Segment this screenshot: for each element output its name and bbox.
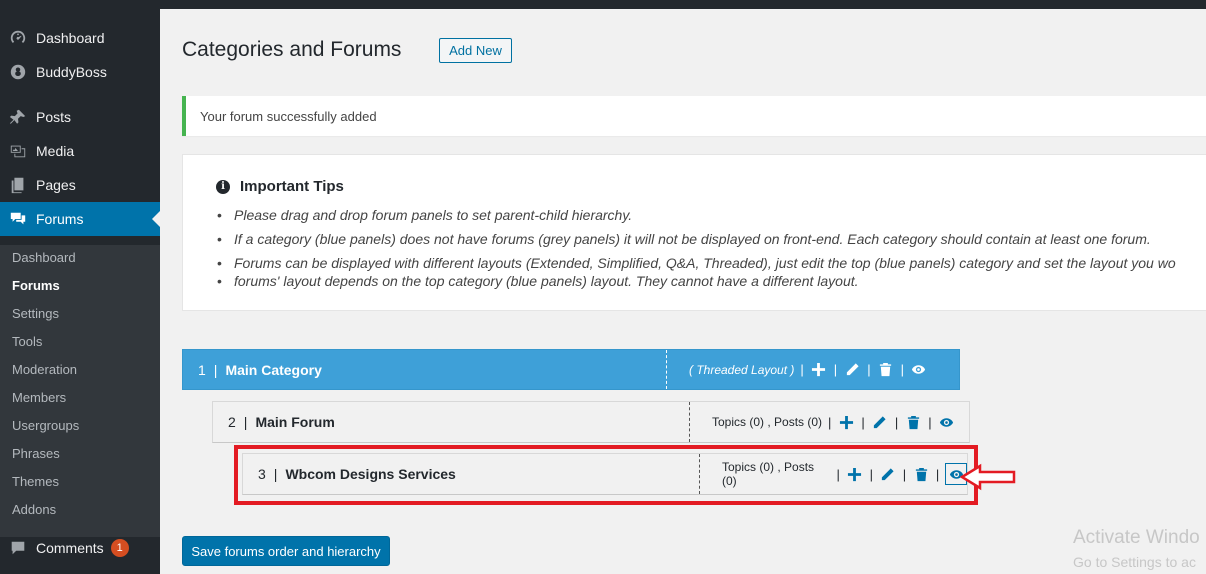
forums-submenu: Dashboard Forums Settings Tools Moderati…: [0, 245, 160, 537]
panel-separator: |: [243, 414, 248, 430]
watermark-line: Go to Settings to ac: [1073, 554, 1196, 570]
sidebar-item-forums[interactable]: Forums: [0, 202, 160, 236]
success-notice: Your forum successfully added: [182, 96, 1206, 136]
submenu-moderation[interactable]: Moderation: [12, 362, 77, 377]
tips-heading-text: Important Tips: [240, 178, 344, 195]
submenu-themes[interactable]: Themes: [12, 474, 59, 489]
save-hierarchy-button[interactable]: Save forums order and hierarchy: [182, 536, 390, 566]
submenu-members[interactable]: Members: [12, 390, 66, 405]
comments-icon: [0, 539, 36, 557]
panel-label: 1 | Main Category: [183, 350, 322, 389]
action-separator: |: [894, 414, 899, 430]
action-separator: |: [900, 362, 904, 377]
eye-icon[interactable]: [938, 413, 956, 431]
forum-panel[interactable]: 2 | Main Forum Topics (0) , Posts (0) | …: [212, 401, 970, 443]
add-icon[interactable]: [837, 413, 855, 431]
sidebar-item-label: Media: [36, 143, 75, 159]
trash-icon[interactable]: [877, 361, 895, 379]
sidebar-item-label: Forums: [36, 211, 84, 227]
annotation-highlight-box: [234, 445, 978, 505]
sidebar-item-label: Comments: [36, 540, 104, 556]
layout-label: ( Threaded Layout ): [689, 362, 795, 377]
action-separator: |: [833, 362, 838, 377]
panel-label: 2 | Main Forum: [213, 402, 335, 442]
submenu-settings[interactable]: Settings: [12, 306, 59, 321]
panel-actions: ( Threaded Layout ) | | | |: [666, 350, 928, 389]
forum-name: Main Forum: [255, 414, 335, 430]
sidebar-item-label: Pages: [36, 177, 76, 193]
sidebar-item-comments[interactable]: Comments 1: [0, 531, 160, 565]
panel-actions: Topics (0) , Posts (0) | | | |: [689, 402, 956, 442]
admin-bar: [0, 0, 1206, 9]
category-panel[interactable]: 1 | Main Category ( Threaded Layout ) | …: [182, 349, 960, 390]
submenu-phrases[interactable]: Phrases: [12, 446, 60, 461]
sidebar-item-dashboard[interactable]: Dashboard: [0, 21, 160, 55]
activation-watermark: Activate Windo Go to Settings to ac: [1073, 526, 1200, 574]
submenu-dashboard[interactable]: Dashboard: [12, 250, 76, 265]
tip-item: Please drag and drop forum panels to set…: [217, 206, 1206, 224]
submenu-addons[interactable]: Addons: [12, 502, 56, 517]
action-separator: |: [928, 414, 932, 430]
trash-icon[interactable]: [904, 413, 922, 431]
tip-continuation-text: forums' layout depends on the top catego…: [234, 273, 859, 289]
tip-item: Forums can be displayed with different l…: [217, 254, 1206, 272]
media-icon: [0, 142, 36, 160]
add-icon[interactable]: [810, 361, 828, 379]
comments-count-badge: 1: [110, 539, 129, 557]
sidebar-item-buddyboss[interactable]: BuddyBoss: [0, 55, 160, 89]
action-separator: |: [828, 414, 832, 430]
pages-icon: [0, 176, 36, 194]
sidebar-item-pages[interactable]: Pages: [0, 168, 160, 202]
action-separator: |: [800, 362, 804, 377]
watermark-line: Activate Windo: [1073, 527, 1200, 548]
panel-number: 2: [228, 414, 236, 430]
add-new-button[interactable]: Add New: [439, 38, 512, 63]
annotation-arrow-icon: [960, 463, 1016, 491]
notice-text: Your forum successfully added: [200, 108, 377, 124]
page-title: Categories and Forums: [182, 38, 402, 61]
eye-icon[interactable]: [910, 361, 928, 379]
submenu-tools[interactable]: Tools: [12, 334, 42, 349]
dashboard-icon: [0, 29, 36, 47]
edit-icon[interactable]: [843, 361, 861, 379]
sidebar-item-posts[interactable]: Posts: [0, 100, 160, 134]
tips-heading: i Important Tips: [216, 178, 344, 195]
sidebar-item-label: BuddyBoss: [36, 64, 107, 80]
pin-icon: [0, 108, 36, 126]
admin-sidebar: Dashboard BuddyBoss Posts Media Pages Fo…: [0, 9, 160, 574]
sidebar-item-media[interactable]: Media: [0, 134, 160, 168]
tips-list: Please drag and drop forum panels to set…: [217, 206, 1206, 296]
important-tips-box: i Important Tips Please drag and drop fo…: [182, 154, 1206, 311]
sidebar-item-label: Dashboard: [36, 30, 105, 46]
sidebar-item-label: Posts: [36, 109, 72, 125]
info-icon: i: [216, 179, 230, 194]
tip-item-continuation: forums' layout depends on the top catego…: [217, 272, 1206, 290]
submenu-usergroups[interactable]: Usergroups: [12, 418, 79, 433]
action-separator: |: [861, 414, 865, 430]
panel-number: 1: [198, 361, 206, 378]
panel-separator: |: [213, 361, 218, 378]
forums-icon: [0, 210, 36, 228]
action-separator: |: [867, 362, 871, 377]
forum-stats: Topics (0) , Posts (0): [712, 415, 823, 429]
tip-item: If a category (blue panels) does not hav…: [217, 230, 1206, 248]
category-name: Main Category: [225, 361, 322, 378]
edit-icon[interactable]: [871, 413, 889, 431]
submenu-forums[interactable]: Forums: [12, 278, 60, 293]
buddyboss-icon: [0, 63, 36, 81]
